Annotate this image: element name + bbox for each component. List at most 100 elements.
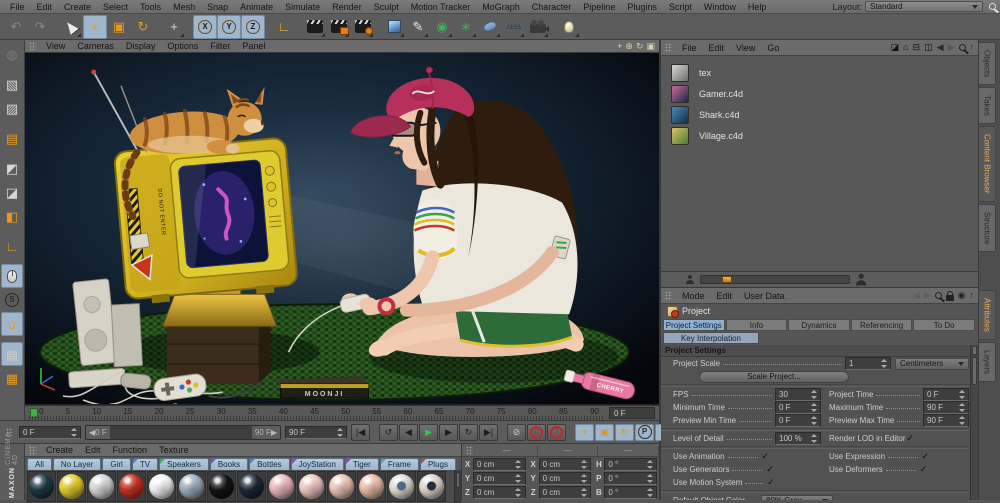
search-icon[interactable] <box>959 44 966 51</box>
render-picture-viewer-button[interactable] <box>327 15 351 39</box>
attribute-tab[interactable]: Project Settings <box>663 319 725 331</box>
attribute-scrollbar[interactable] <box>970 345 978 500</box>
menu-item[interactable]: File <box>4 2 31 12</box>
end-frame-field[interactable]: 90 F <box>285 426 347 439</box>
coord-value-field[interactable]: 0 cm <box>539 472 592 485</box>
scale-project-button[interactable]: Scale Project... <box>699 371 849 383</box>
scale-tool[interactable]: ▣ <box>107 15 131 39</box>
minimum-time-field[interactable]: 0 F <box>775 401 821 414</box>
timeline-ruler[interactable]: 051015202530354045505560657075808590 0 F <box>25 405 659 420</box>
render-lod-checkbox[interactable]: ✓ <box>905 434 914 443</box>
lock-icon[interactable] <box>946 295 954 301</box>
live-selection-tool[interactable] <box>59 15 83 39</box>
material-eye-dark[interactable] <box>417 471 446 502</box>
coord-column-header[interactable]: — <box>598 446 659 455</box>
coord-value-field[interactable]: 0 ° <box>604 472 657 485</box>
side-tab[interactable]: Content Browser <box>979 126 996 202</box>
menu-item[interactable]: View <box>40 41 71 51</box>
menu-item[interactable]: Mode <box>676 291 711 301</box>
history-back-icon[interactable]: ◀ <box>913 291 920 300</box>
coord-column-header[interactable]: — <box>538 446 599 455</box>
workplane-axis-button[interactable]: ∟ <box>1 234 23 258</box>
play-forwards-button[interactable]: ▶ <box>419 424 438 441</box>
menu-item[interactable]: Create <box>40 445 79 455</box>
edges-mode-button[interactable]: ◪ <box>1 180 23 204</box>
home-icon[interactable]: ⌂ <box>903 43 908 52</box>
layer-tab[interactable]: Bottles <box>249 458 289 470</box>
panel-grip[interactable] <box>29 42 36 51</box>
key-position-button[interactable]: + <box>575 424 594 441</box>
layer-tab[interactable]: Books <box>210 458 248 470</box>
viewport-filter-button[interactable] <box>1 264 23 288</box>
coord-value-field[interactable]: 0 cm <box>473 486 526 499</box>
material-yellow[interactable] <box>57 471 86 502</box>
material-pink[interactable] <box>297 471 326 502</box>
panel-grip[interactable] <box>665 43 672 52</box>
back-icon[interactable]: ◀ <box>937 43 944 52</box>
fps-field[interactable]: 30 <box>775 388 821 401</box>
material-dark-teal[interactable] <box>27 471 56 502</box>
render-view-button[interactable] <box>303 15 327 39</box>
layout-dropdown[interactable]: Standard <box>865 1 983 12</box>
menu-item[interactable]: Pipeline <box>577 2 621 12</box>
coord-value-field[interactable]: 0 cm <box>473 472 526 485</box>
tab-key-interpolation[interactable]: Key Interpolation <box>663 332 759 344</box>
play-reverse-button[interactable]: ↺ <box>379 424 398 441</box>
material-eye-blue[interactable] <box>387 471 416 502</box>
side-tab[interactable]: Layers <box>979 342 996 382</box>
panel-grip[interactable] <box>29 446 36 455</box>
use-motion-system-checkbox[interactable]: ✓ <box>766 478 775 487</box>
spinner[interactable] <box>336 428 343 437</box>
snap-button[interactable]: S <box>1 288 23 312</box>
menu-item[interactable]: MoGraph <box>476 2 526 12</box>
redo-button[interactable]: ↷ <box>28 15 52 39</box>
uv-mesh-mode-button[interactable]: ▤ <box>1 126 23 150</box>
points-mode-button[interactable]: ◩ <box>1 156 23 180</box>
menu-item[interactable]: Edit <box>703 43 731 53</box>
default-object-color-dropdown[interactable]: 80% Gray <box>761 495 833 501</box>
next-frame-button[interactable]: ▶ <box>439 424 458 441</box>
panel-grip[interactable] <box>665 291 672 300</box>
coord-value-field[interactable]: 0 ° <box>604 458 657 471</box>
menu-item[interactable]: Create <box>58 2 97 12</box>
use-animation-checkbox[interactable]: ✓ <box>761 452 770 461</box>
menu-item[interactable]: Go <box>761 43 785 53</box>
list-item[interactable]: Village.c4d <box>671 125 978 146</box>
dual-view-icon[interactable]: ◫ <box>924 43 933 52</box>
attribute-tab[interactable]: Info <box>726 319 788 331</box>
start-frame-field[interactable]: 0 F <box>19 426 81 439</box>
menu-item[interactable]: File <box>676 43 703 53</box>
x-axis-lock-button[interactable]: X <box>193 15 217 39</box>
attribute-tab[interactable]: Referencing <box>851 319 913 331</box>
spinner[interactable] <box>646 488 653 497</box>
material-red[interactable] <box>117 471 146 502</box>
menu-item[interactable]: Help <box>742 2 773 12</box>
key-scale-button[interactable]: ▣ <box>595 424 614 441</box>
menu-item[interactable]: User Data <box>738 291 791 301</box>
preview-max-field[interactable]: 90 F <box>923 414 969 427</box>
autokeying-button[interactable]: ? <box>547 424 566 441</box>
menu-item[interactable]: Animate <box>234 2 279 12</box>
coord-value-field[interactable]: 0 cm <box>473 458 526 471</box>
layer-tab[interactable]: All <box>27 458 52 470</box>
magnet-button[interactable]: ∪ <box>1 312 23 336</box>
up-level-icon[interactable]: ↑ <box>970 43 975 52</box>
layer-tab[interactable]: Speakers <box>159 458 209 470</box>
coord-value-field[interactable]: 0 ° <box>604 486 657 499</box>
layer-tab[interactable]: Girl <box>102 458 130 470</box>
range-start-handle[interactable]: ◀ 0 F <box>86 426 110 439</box>
pen-spline-button[interactable]: ✎ <box>406 15 430 39</box>
menu-item[interactable]: Motion Tracker <box>405 2 477 12</box>
menu-item[interactable]: Cameras <box>71 41 120 51</box>
project-scale-unit-dropdown[interactable]: Centimeters <box>895 358 969 370</box>
material-skin[interactable] <box>357 471 386 502</box>
side-tab[interactable]: Takes <box>979 87 996 124</box>
polygons-mode-button[interactable]: ◧ <box>1 204 23 228</box>
menu-item[interactable]: Options <box>161 41 204 51</box>
current-frame-field[interactable]: 0 F <box>609 407 655 419</box>
list-item[interactable]: tex <box>671 62 978 83</box>
side-tab[interactable]: Attributes <box>979 290 996 340</box>
key-rotation-button[interactable]: ↻ <box>615 424 634 441</box>
move-tool[interactable]: + <box>83 15 107 39</box>
spline-primitive-button[interactable] <box>478 15 502 39</box>
